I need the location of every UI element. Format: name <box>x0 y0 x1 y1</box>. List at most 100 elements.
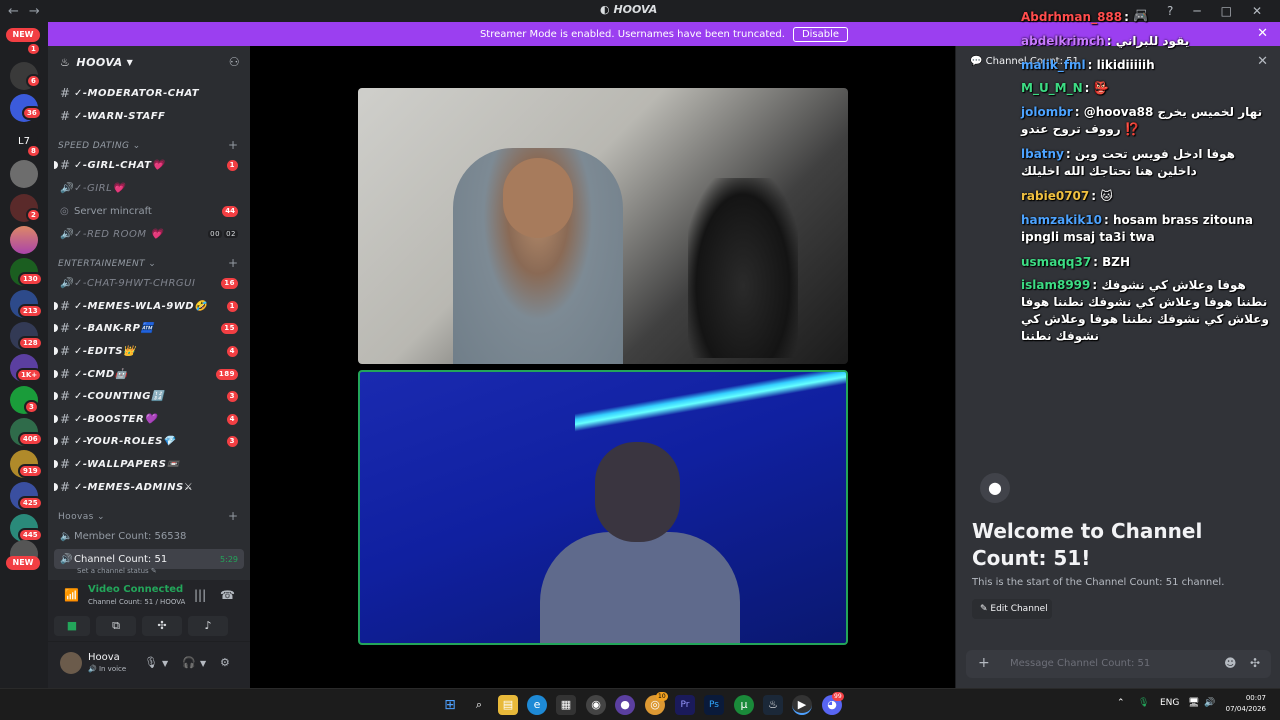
channel-label: ✓-BANK-RP🏧 <box>74 322 154 334</box>
overlay-username: malik_fml <box>1021 58 1086 72</box>
store-icon[interactable]: ▦ <box>556 695 576 715</box>
emoji-icon[interactable]: ☻ <box>1224 656 1237 670</box>
overlay-username: Abdrhman_888 <box>1021 10 1123 24</box>
channel-label: ✓-GIRL💗 <box>74 182 126 194</box>
noise-suppression-icon[interactable]: ||| <box>194 588 206 602</box>
start-icon[interactable]: ⊞ <box>440 695 460 715</box>
mic-chevron-icon[interactable]: ▼ <box>162 659 168 668</box>
chat-app-icon[interactable]: ● <box>615 695 635 715</box>
participant-head <box>503 158 573 238</box>
forward-arrow-icon[interactable]: → <box>29 4 40 19</box>
channel-channel-count[interactable]: 🔊 Channel Count: 51 5:29 <box>54 549 244 569</box>
channel-cmd[interactable]: # ✓-CMD🤖 189 <box>54 363 244 385</box>
hash-icon: # <box>60 434 71 448</box>
mention-badge: 3 <box>226 435 238 447</box>
video-tile-1[interactable] <box>358 88 848 364</box>
channel-label: ✓-CHAT-9HWT-CHRGUI <box>74 277 196 289</box>
speaker-icon: 🔊 <box>60 228 73 240</box>
activities-button[interactable]: ✣ <box>142 616 182 636</box>
create-channel-icon[interactable]: + <box>228 256 238 270</box>
channel-counting[interactable]: # ✓-COUNTING🔢 3 <box>54 385 244 407</box>
file-explorer-icon[interactable]: ▤ <box>498 695 518 715</box>
channel-memes-admins[interactable]: # ✓-MEMES-ADMINS⚔ <box>54 476 244 498</box>
disable-button[interactable]: Disable <box>792 26 849 42</box>
voice-timer: 5:29 <box>220 554 238 564</box>
speaker-icon: 🔊 <box>60 553 73 565</box>
channel-chat-9hwt[interactable]: 🔊 ✓-CHAT-9HWT-CHRGUI 16 <box>54 272 244 294</box>
media-app-icon[interactable]: ▶ <box>792 695 812 715</box>
channel-red-room[interactable]: 🔊 ✓-RED ROOM 💗 00 02 <box>54 223 244 245</box>
overlay-username: abdelkrimch <box>1021 34 1105 48</box>
category-hoovas[interactable]: Hoovas ⌄ <box>58 512 105 522</box>
server-header[interactable]: ♨ HOOVA ▼ ⚇ <box>48 46 250 78</box>
mention-badge: 1 <box>226 159 238 171</box>
headphones-icon[interactable]: 🎧 <box>182 656 196 669</box>
channel-girl-chat[interactable]: # ✓-GIRL-CHAT💗 1 <box>54 154 244 176</box>
channel-server-mincraft[interactable]: ◎ Server mincraft 44 <box>54 200 244 222</box>
channel-moderator-chat[interactable]: # ✓-MODERATOR-CHAT <box>54 82 244 104</box>
photoshop-icon[interactable]: Ps <box>704 695 724 715</box>
mic-icon[interactable]: 🎙 <box>144 656 158 669</box>
overlay-username: hamzakik10 <box>1021 213 1102 227</box>
create-channel-icon[interactable]: + <box>228 138 238 152</box>
tray-mic-icon[interactable]: 🎙 <box>1138 698 1149 708</box>
channel-wallpapers[interactable]: # ✓-WALLPAPERS📼 <box>54 453 244 475</box>
set-channel-status[interactable]: Set a channel status ✎ <box>77 567 157 575</box>
channel-booster[interactable]: # ✓-BOOSTER💜 4 <box>54 408 244 430</box>
edit-channel-button[interactable]: ✎ Edit Channel <box>972 599 1052 619</box>
user-panel: Hoova 🔊 In voice 🎙 ▼ 🎧 ▼ ⚙ <box>48 642 250 688</box>
avatar[interactable] <box>60 652 82 674</box>
language-indicator[interactable]: ENG <box>1160 698 1179 708</box>
hash-icon: # <box>60 109 71 123</box>
channel-member-count[interactable]: 🔈 Member Count: 56538 <box>54 525 244 547</box>
server-badge: 130 <box>18 272 43 286</box>
hash-icon: # <box>60 344 71 358</box>
apps-icon[interactable]: ✣ <box>1250 656 1260 670</box>
server-badge: 36 <box>22 106 42 120</box>
search-icon[interactable]: ⌕ <box>469 695 489 715</box>
screen-share-button[interactable]: ⧉ <box>96 616 136 636</box>
voice-status[interactable]: Video Connected <box>88 584 183 595</box>
channel-edits[interactable]: # ✓-EDITS👑 4 <box>54 340 244 362</box>
back-arrow-icon[interactable]: ← <box>8 4 19 19</box>
channel-girl-voice[interactable]: 🔊 ✓-GIRL💗 <box>54 177 244 199</box>
edge-icon[interactable]: e <box>527 695 547 715</box>
user-limit: 00 02 <box>208 230 238 238</box>
signal-icon[interactable]: 📶 <box>64 588 79 602</box>
channel-your-roles[interactable]: # ✓-YOUR-ROLES💎 3 <box>54 430 244 452</box>
participant-video <box>453 148 623 364</box>
disconnect-icon[interactable]: ☎ <box>220 588 235 602</box>
steam-icon[interactable]: ♨ <box>763 695 783 715</box>
app-icon[interactable]: ◉ <box>586 695 606 715</box>
channel-memes[interactable]: # ✓-MEMES-WLA-9WD🤣 1 <box>54 295 244 317</box>
channel-label: Server mincraft <box>74 205 152 217</box>
category-entertainment[interactable]: ENTERTAINEMENT ⌄ <box>58 259 156 269</box>
server-icon[interactable] <box>10 226 38 254</box>
premiere-icon[interactable]: Pr <box>675 695 695 715</box>
channel-bank-rp[interactable]: # ✓-BANK-RP🏧 15 <box>54 317 244 339</box>
message-input[interactable]: Message Channel Count: 51 <box>1010 658 1150 669</box>
invite-people-icon[interactable]: ⚇ <box>229 55 240 69</box>
server-icon[interactable] <box>10 160 38 188</box>
network-icon[interactable]: 🖥 <box>1188 698 1199 708</box>
hash-icon: # <box>60 158 71 172</box>
headphones-chevron-icon[interactable]: ▼ <box>200 659 206 668</box>
volume-icon[interactable]: 🔊 <box>1204 698 1215 708</box>
overlay-text: 🐱 <box>1100 189 1113 203</box>
overlay-text: 🎮 <box>1133 10 1149 24</box>
gear-icon[interactable]: ⚙ <box>220 656 230 669</box>
tray-chevron-icon[interactable]: ⌃ <box>1117 698 1125 708</box>
channel-label: ✓-BOOSTER💜 <box>74 413 158 425</box>
overlay-text: 👺 <box>1093 81 1109 95</box>
channel-warn-staff[interactable]: # ✓-WARN-STAFF <box>54 105 244 127</box>
server-badge: 8 <box>26 144 41 158</box>
utorrent-icon[interactable]: µ <box>734 695 754 715</box>
system-clock[interactable]: 00:07 07/04/2026 <box>1226 693 1266 715</box>
video-tile-2-speaking[interactable] <box>358 370 848 645</box>
category-speed-dating[interactable]: SPEED DATING ⌄ <box>58 141 141 151</box>
soundboard-button[interactable]: ♪ <box>188 616 228 636</box>
message-composer[interactable]: + Message Channel Count: 51 ☻ ✣ <box>966 650 1271 678</box>
create-channel-icon[interactable]: + <box>228 509 238 523</box>
attach-plus-icon[interactable]: + <box>978 655 990 671</box>
camera-button[interactable]: ■ <box>54 616 90 636</box>
